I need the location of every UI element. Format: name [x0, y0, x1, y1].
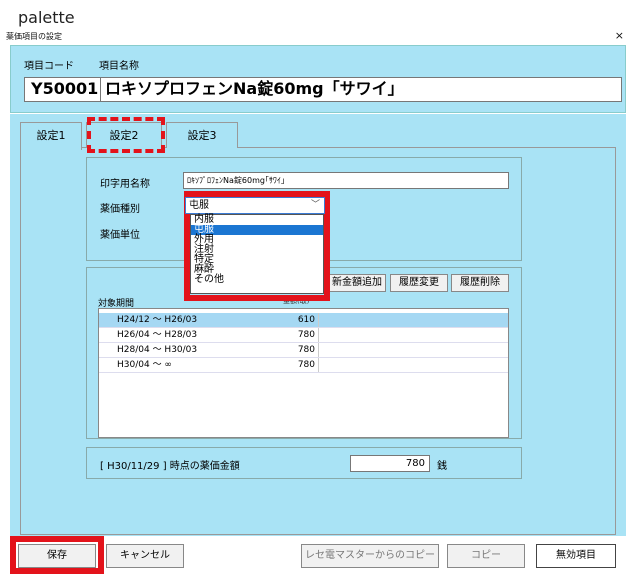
type-dropdown-list: 内服 屯服 外用 注射 特定 麻酔 その他 — [190, 214, 324, 294]
period-cell: H30/04 ～ ∞ — [117, 360, 172, 370]
item-name-field[interactable]: ロキソプロフェンNa錠60mg「サワイ」 — [100, 77, 622, 102]
amount-cell: 780 — [297, 330, 315, 340]
table-row[interactable]: H28/04 ～ H30/03 780 — [99, 343, 508, 358]
chevron-down-icon: ﹀ — [310, 200, 320, 210]
item-header: 項目コード 項目名称 Y50001 ロキソプロフェンNa錠60mg「サワイ」 — [10, 45, 626, 113]
type-label: 薬価種別 — [100, 204, 140, 215]
tab-settings-3[interactable]: 設定3 — [166, 122, 238, 148]
item-name-label: 項目名称 — [99, 61, 139, 72]
current-price-unit: 銭 — [437, 461, 447, 472]
amount-cell: 610 — [297, 315, 315, 325]
invalid-item-button[interactable]: 無効項目 — [536, 544, 616, 568]
tab2-highlight — [87, 117, 165, 153]
current-price-label: [ H30/11/29 ] 時点の薬価金額 — [100, 461, 240, 472]
column-divider — [318, 358, 319, 372]
table-row[interactable]: H30/04 ～ ∞ 780 — [99, 358, 508, 373]
type-select-open[interactable]: 屯服 ﹀ — [185, 197, 325, 214]
column-divider — [318, 343, 319, 357]
amount-cell: 780 — [297, 345, 315, 355]
table-row[interactable]: H24/12 ～ H26/03 610 — [99, 313, 508, 328]
unit-label: 薬価単位 — [100, 230, 140, 241]
print-name-input[interactable]: ﾛｷｿﾌﾟﾛﾌｪﾝNa錠60mg｢ｻﾜｲ｣ — [183, 172, 509, 189]
period-cell: H26/04 ～ H28/03 — [117, 330, 198, 340]
item-code-field[interactable]: Y50001 — [24, 77, 108, 102]
period-cell: H24/12 ～ H26/03 — [117, 315, 198, 325]
print-name-label: 印字用名称 — [100, 179, 150, 190]
copy-button[interactable]: コピー — [447, 544, 525, 568]
window-titlebar: 薬価項目の設定 × — [0, 29, 630, 44]
window-title: 薬価項目の設定 — [6, 32, 62, 41]
current-price-value[interactable]: 780 — [350, 455, 430, 472]
history-table: H24/12 ～ H26/03 610 H26/04 ～ H28/03 780 … — [98, 308, 509, 438]
dropdown-option[interactable]: その他 — [191, 275, 323, 285]
add-price-button[interactable]: 新金額追加 — [328, 274, 386, 292]
copy-from-master-button[interactable]: レセ電マスターからのコピー — [301, 544, 439, 568]
amount-cell: 780 — [297, 360, 315, 370]
delete-history-button[interactable]: 履歴削除 — [451, 274, 509, 292]
item-code-label: 項目コード — [24, 61, 74, 72]
table-row[interactable]: H26/04 ～ H28/03 780 — [99, 328, 508, 343]
change-history-button[interactable]: 履歴変更 — [390, 274, 448, 292]
period-cell: H28/04 ～ H30/03 — [117, 345, 198, 355]
column-divider — [318, 328, 319, 342]
close-icon[interactable]: × — [615, 29, 624, 42]
column-divider — [318, 313, 319, 327]
palette-label: palette — [18, 8, 75, 27]
tab-settings-1[interactable]: 設定1 — [20, 122, 82, 150]
save-highlight — [10, 536, 104, 574]
cancel-button[interactable]: キャンセル — [106, 544, 184, 568]
type-select-open-value: 屯服 — [189, 200, 209, 211]
